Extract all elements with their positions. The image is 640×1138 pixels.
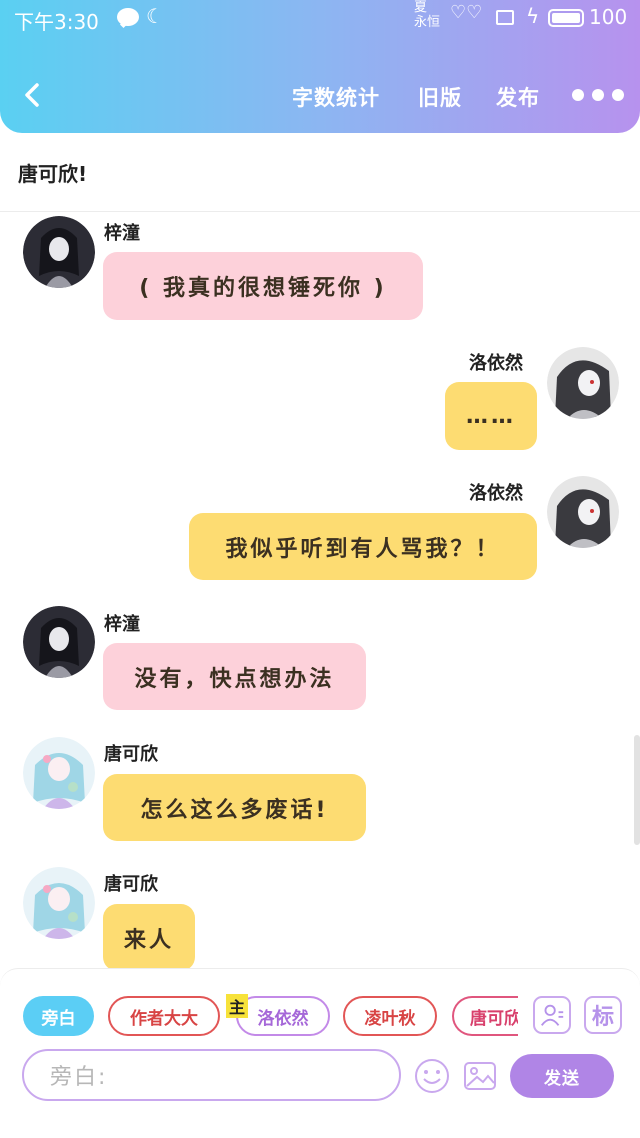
- message-sender: 洛依然: [469, 483, 523, 504]
- role-chip-luoyiran[interactable]: 洛依然: [236, 996, 330, 1036]
- message-sender: 洛依然: [469, 353, 523, 374]
- role-chip-tangkexin[interactable]: 唐可欣: [452, 996, 518, 1036]
- role-chip-author[interactable]: 作者大大: [108, 996, 220, 1036]
- send-button[interactable]: 发送: [510, 1054, 614, 1098]
- message-bubble[interactable]: 没有，快点想办法: [103, 643, 366, 710]
- role-chip-lingyeqiu[interactable]: 凌叶秋: [343, 996, 437, 1036]
- charging-icon: ϟ: [526, 4, 540, 28]
- chat-story-editor: 下午3:30 ☾ 夏永恒 ♡♡ ϟ 100 字数统计 旧版 发布 唐可欣! 梓潼…: [0, 0, 640, 1138]
- old-version-button[interactable]: 旧版: [418, 82, 462, 112]
- mark-tool-button[interactable]: 标: [584, 996, 622, 1034]
- main-role-badge: 主: [226, 994, 248, 1018]
- more-dots-icon[interactable]: [572, 89, 624, 103]
- message-bubble[interactable]: 怎么这么多废话!: [103, 774, 366, 841]
- avatar-tangkexin[interactable]: [23, 867, 95, 939]
- avatar-zitong[interactable]: [23, 216, 95, 288]
- message-sender: 唐可欣: [104, 874, 158, 895]
- signature-logo: 夏永恒: [414, 0, 441, 30]
- word-count-button[interactable]: 字数统计: [292, 82, 380, 112]
- back-button[interactable]: [18, 80, 48, 110]
- avatar-luoyiran[interactable]: [547, 347, 619, 419]
- wechat-icon: [117, 8, 139, 26]
- divider: [0, 211, 640, 212]
- message-input[interactable]: 旁白:: [22, 1049, 401, 1101]
- message-sender: 唐可欣: [104, 744, 158, 765]
- scrollbar[interactable]: [634, 735, 640, 845]
- moon-icon: ☾: [146, 4, 164, 28]
- message-sender: 梓潼: [104, 614, 140, 635]
- publish-button[interactable]: 发布: [496, 82, 540, 112]
- message-bubble[interactable]: ( 我真的很想锤死你 ): [103, 252, 423, 320]
- role-chip-narration[interactable]: 旁白: [23, 996, 94, 1036]
- message-bubble[interactable]: 来人: [103, 904, 195, 971]
- emoji-face-icon[interactable]: [414, 1058, 450, 1094]
- status-bar: 下午3:30 ☾ 夏永恒 ♡♡ ϟ 100: [0, 0, 640, 36]
- message-bubble[interactable]: ……: [445, 382, 537, 450]
- battery-icon: [548, 9, 584, 27]
- hearts-icon: ♡♡: [450, 2, 483, 23]
- status-time: 下午3:30: [14, 10, 99, 34]
- header-bar: 下午3:30 ☾ 夏永恒 ♡♡ ϟ 100 字数统计 旧版 发布: [0, 0, 640, 133]
- chevron-left-icon: [25, 83, 39, 107]
- sim-icon: [496, 10, 514, 25]
- avatar-zitong[interactable]: [23, 606, 95, 678]
- battery-level: 100: [589, 5, 628, 29]
- message-sender: 梓潼: [104, 223, 140, 244]
- avatar-tangkexin[interactable]: [23, 737, 95, 809]
- avatar-luoyiran[interactable]: [547, 476, 619, 548]
- image-icon[interactable]: [462, 1058, 498, 1094]
- role-card-icon[interactable]: [533, 996, 571, 1034]
- story-title: 唐可欣!: [18, 162, 88, 186]
- message-bubble[interactable]: 我似乎听到有人骂我？！: [189, 513, 537, 580]
